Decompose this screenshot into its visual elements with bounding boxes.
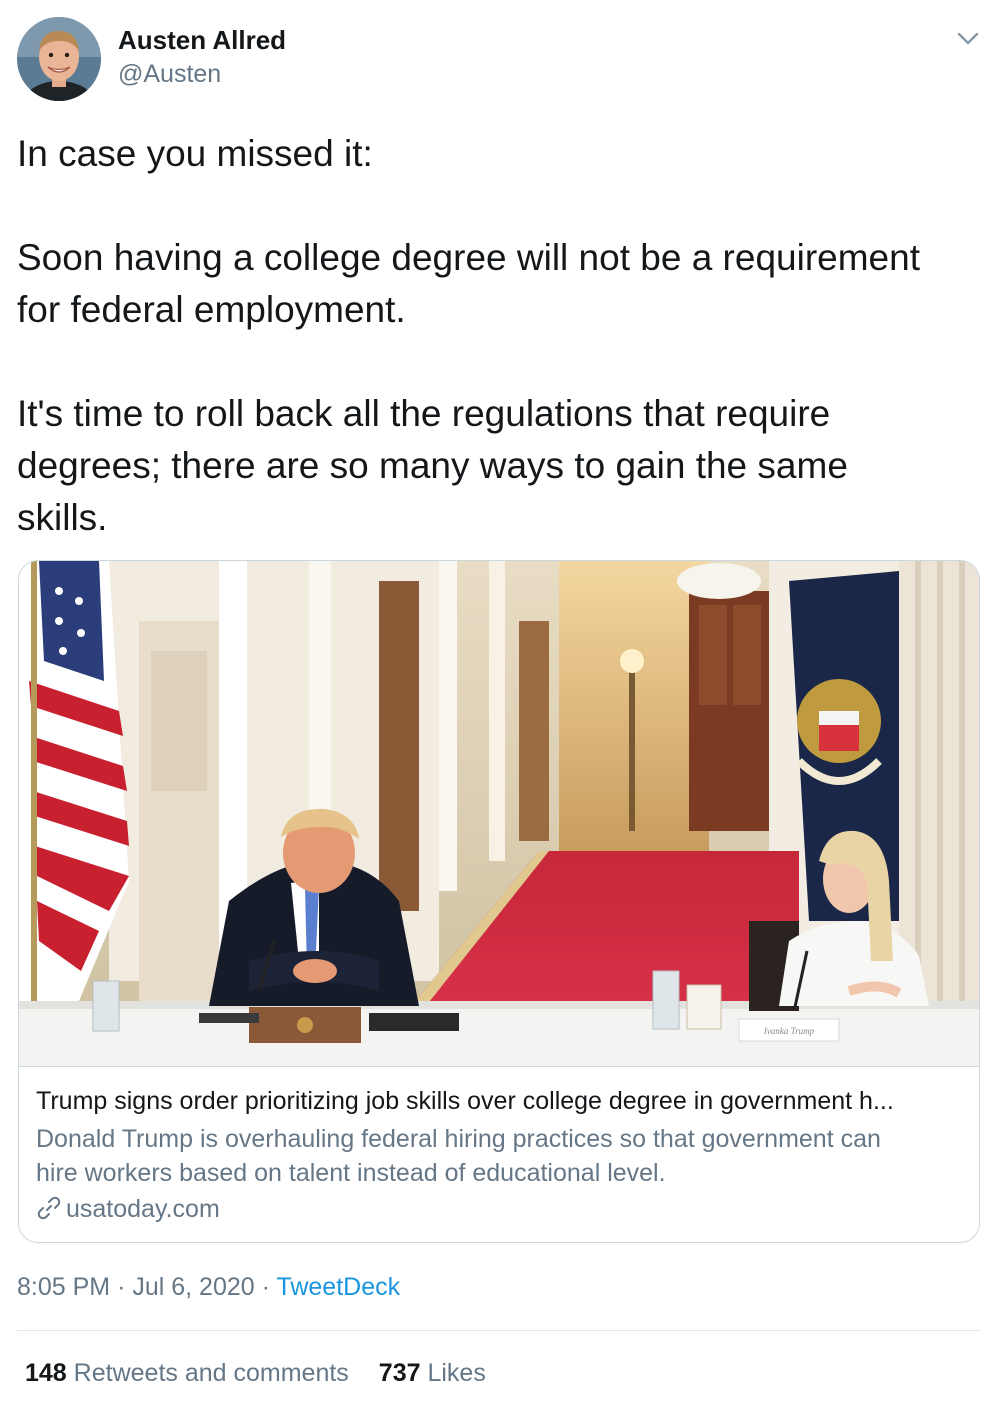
tweet-time[interactable]: 8:05 PM bbox=[17, 1273, 110, 1301]
tweet-line: for federal employment. bbox=[17, 289, 406, 330]
tweet-line: It's time to roll back all the regulatio… bbox=[17, 393, 831, 434]
meta-separator: · bbox=[117, 1273, 126, 1301]
card-domain: usatoday.com bbox=[36, 1193, 220, 1225]
card-title: Trump signs order prioritizing job skill… bbox=[36, 1087, 894, 1115]
link-card[interactable]: Ivanka Trump Trump signs order prioritiz… bbox=[18, 560, 980, 1243]
card-description-line: hire workers based on talent instead of … bbox=[36, 1159, 666, 1187]
tweet: Austen Allred @Austen In case you missed… bbox=[0, 0, 996, 1402]
card-description: Donald Trump is overhauling federal hiri… bbox=[36, 1122, 966, 1190]
card-image: Ivanka Trump bbox=[19, 561, 979, 1066]
avatar[interactable] bbox=[17, 17, 101, 101]
tweet-meta: 8:05 PM · Jul 6, 2020 · TweetDeck bbox=[17, 1270, 400, 1304]
tweet-source-link[interactable]: TweetDeck bbox=[276, 1273, 400, 1301]
author-handle[interactable]: @Austen bbox=[118, 58, 221, 90]
retweets-stat[interactable]: 148 Retweets and comments bbox=[25, 1359, 349, 1387]
author-name[interactable]: Austen Allred bbox=[118, 24, 286, 56]
tweet-line: Soon having a college degree will not be… bbox=[17, 237, 920, 278]
card-domain-text: usatoday.com bbox=[66, 1195, 220, 1223]
likes-count: 737 bbox=[378, 1359, 421, 1387]
meta-separator: · bbox=[261, 1273, 270, 1301]
retweets-label: Retweets and comments bbox=[73, 1359, 349, 1387]
divider bbox=[17, 1330, 981, 1331]
likes-label: Likes bbox=[427, 1359, 486, 1387]
likes-stat[interactable]: 737 Likes bbox=[379, 1359, 486, 1387]
place-card-text: Ivanka Trump bbox=[763, 1026, 815, 1036]
card-body: Trump signs order prioritizing job skill… bbox=[19, 1066, 979, 1242]
card-description-line: Donald Trump is overhauling federal hiri… bbox=[36, 1125, 881, 1153]
tweet-date[interactable]: Jul 6, 2020 bbox=[132, 1273, 254, 1301]
tweet-line: skills. bbox=[17, 497, 108, 538]
link-icon bbox=[36, 1195, 62, 1221]
chevron-down-icon[interactable] bbox=[954, 26, 982, 50]
tweet-line: In case you missed it: bbox=[17, 133, 373, 174]
retweets-count: 148 bbox=[25, 1359, 67, 1387]
tweet-stats: 148 Retweets and comments 737 Likes bbox=[25, 1356, 486, 1390]
tweet-text: In case you missed it: Soon having a col… bbox=[17, 128, 981, 544]
tweet-line: degrees; there are so many ways to gain … bbox=[17, 445, 848, 486]
